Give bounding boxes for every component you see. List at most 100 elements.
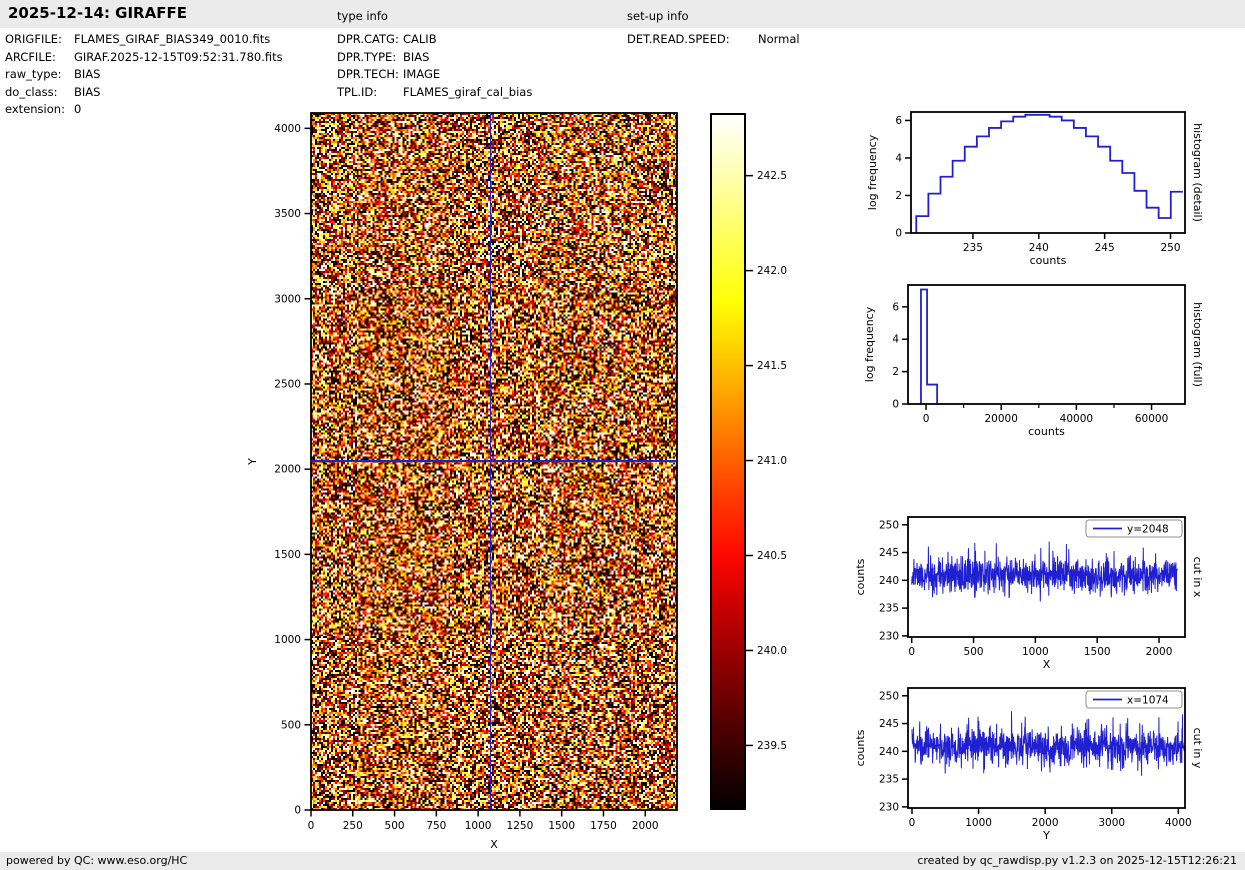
svg-text:240.5: 240.5 [757, 550, 787, 562]
svg-text:1000: 1000 [965, 817, 992, 829]
meta-label: TPL.ID: [337, 84, 378, 99]
meta-label: ARCFILE: [5, 49, 56, 64]
svg-text:239.5: 239.5 [757, 740, 787, 752]
meta-value: BIAS [74, 67, 101, 81]
histogram-full-xlabel: counts [1028, 425, 1065, 438]
svg-text:240.0: 240.0 [757, 645, 787, 657]
section-label-type-info: type info [337, 9, 388, 23]
setup-info-block: DET.READ.SPEED: Normal [627, 31, 800, 49]
svg-text:250: 250 [879, 519, 899, 531]
svg-text:241.5: 241.5 [757, 360, 787, 372]
svg-text:0: 0 [909, 817, 916, 829]
svg-text:235: 235 [879, 603, 899, 615]
svg-text:250: 250 [879, 690, 899, 702]
svg-text:1500: 1500 [548, 820, 575, 832]
svg-text:250: 250 [1160, 242, 1180, 254]
svg-text:3500: 3500 [274, 208, 301, 220]
meta-row: DPR.TYPE: BIAS [337, 49, 532, 67]
meta-label: DET.READ.SPEED: [627, 32, 730, 46]
cut-in-y-noise-line [911, 711, 1185, 776]
svg-text:2000: 2000 [274, 464, 301, 476]
svg-text:4000: 4000 [274, 123, 301, 135]
cut-in-x-xlabel: X [1043, 658, 1051, 671]
histogram-detail-step-line [915, 113, 1183, 233]
meta-row: ARCFILE: GIRAF.2025-12-15T09:52:31.780.fi… [5, 49, 283, 67]
svg-text:1000: 1000 [465, 820, 492, 832]
meta-value: IMAGE [403, 67, 441, 81]
svg-text:1750: 1750 [590, 820, 617, 832]
meta-value: FLAMES_GIRAF_BIAS349_0010.fits [74, 32, 271, 46]
svg-text:245: 245 [879, 547, 899, 559]
crosshair-horizontal-line [311, 460, 677, 462]
svg-text:1500: 1500 [1084, 646, 1111, 658]
svg-text:240: 240 [879, 575, 899, 587]
meta-value: BIAS [74, 84, 101, 99]
histogram-full-chart: 0 20000 40000 60000 0 2 4 6 counts log frequency h… [863, 284, 1204, 438]
title-bar: 2025-12-14: GIRAFFE type info set-up inf… [0, 0, 1245, 28]
colorbar-gradient [710, 113, 746, 810]
svg-text:240: 240 [1029, 242, 1049, 254]
svg-text:0: 0 [908, 646, 915, 658]
svg-text:230: 230 [879, 630, 899, 642]
cut-in-y-legend: x=1074 [1085, 690, 1183, 709]
svg-text:245: 245 [1095, 242, 1115, 254]
svg-text:245: 245 [879, 718, 899, 730]
meta-value: BIAS [403, 49, 430, 64]
cut-in-x-chart: 0 500 1000 1500 2000 230 235 240 245 250 Xcounts cu… [854, 516, 1204, 671]
svg-text:240: 240 [879, 746, 899, 758]
type-info-block: DPR.CATG: CALIB DPR.TYPE: BIAS DPR.TECH: IM… [337, 31, 532, 101]
meta-row: TPL.ID: FLAMES_giraf_cal_bias [337, 84, 532, 102]
meta-value: 0 [74, 102, 82, 116]
main-image-xlabel: X [490, 838, 498, 851]
svg-text:2000: 2000 [1032, 817, 1059, 829]
svg-text:500: 500 [964, 646, 984, 658]
meta-value: Normal [758, 32, 800, 46]
svg-text:2: 2 [895, 190, 902, 202]
svg-text:2: 2 [892, 366, 899, 378]
meta-label: extension: [5, 102, 65, 116]
svg-text:235: 235 [963, 242, 983, 254]
histogram-full-side-label: histogram (full) [1191, 302, 1204, 387]
section-label-setup-info: set-up info [627, 9, 689, 23]
main-image-axes: 0 250 500 750 1000 1250 1500 1750 2000 0 500 1000 15… [246, 112, 678, 851]
meta-label: ORIGFILE: [5, 32, 62, 46]
meta-value: GIRAF.2025-12-15T09:52:31.780.fits [74, 49, 283, 64]
meta-row: raw_type: BIAS [5, 66, 283, 84]
svg-text:0: 0 [923, 413, 930, 425]
cut-in-x-ylabel: counts [854, 558, 867, 595]
svg-text:0: 0 [892, 399, 899, 411]
svg-text:1500: 1500 [274, 549, 301, 561]
meta-label: raw_type: [5, 67, 62, 81]
meta-row: do_class: BIAS [5, 84, 283, 102]
svg-text:241.0: 241.0 [757, 455, 787, 467]
meta-label: DPR.TECH: [337, 67, 399, 81]
cut-in-y-side-label: cut in y [1191, 728, 1204, 769]
histogram-detail-ylabel: log frequency [866, 134, 879, 210]
cut-in-y-ylabel: counts [854, 729, 867, 766]
svg-text:230: 230 [879, 801, 899, 813]
svg-text:4000: 4000 [1165, 817, 1192, 829]
meta-row: DPR.CATG: CALIB [337, 31, 532, 49]
svg-text:250: 250 [343, 820, 363, 832]
cut-in-x-legend: y=2048 [1085, 519, 1183, 538]
cut-in-x-side-label: cut in x [1191, 557, 1204, 598]
svg-text:x=1074: x=1074 [1127, 694, 1169, 706]
cut-in-y-xlabel: Y [1042, 829, 1050, 842]
svg-text:500: 500 [281, 719, 301, 731]
footer-left-text: powered by QC: www.eso.org/HC [6, 854, 188, 867]
svg-text:2000: 2000 [632, 820, 659, 832]
svg-text:750: 750 [426, 820, 446, 832]
svg-text:1000: 1000 [1022, 646, 1049, 658]
svg-text:20000: 20000 [985, 413, 1018, 425]
footer-bar: powered by QC: www.eso.org/HC created by… [0, 852, 1245, 870]
main-image-ylabel: Y [246, 458, 259, 466]
svg-text:3000: 3000 [1098, 817, 1125, 829]
svg-text:1250: 1250 [507, 820, 534, 832]
cut-in-y-chart: 0 1000 2000 3000 4000 230 235 240 245 250 Ycounts c… [854, 687, 1204, 842]
svg-text:40000: 40000 [1060, 413, 1093, 425]
meta-value: FLAMES_giraf_cal_bias [403, 84, 533, 99]
footer-right-text: created by qc_rawdisp.py v1.2.3 on 2025-… [917, 854, 1237, 867]
page-title: 2025-12-14: GIRAFFE [8, 4, 187, 22]
svg-text:2000: 2000 [1146, 646, 1173, 658]
svg-text:6: 6 [892, 301, 899, 313]
